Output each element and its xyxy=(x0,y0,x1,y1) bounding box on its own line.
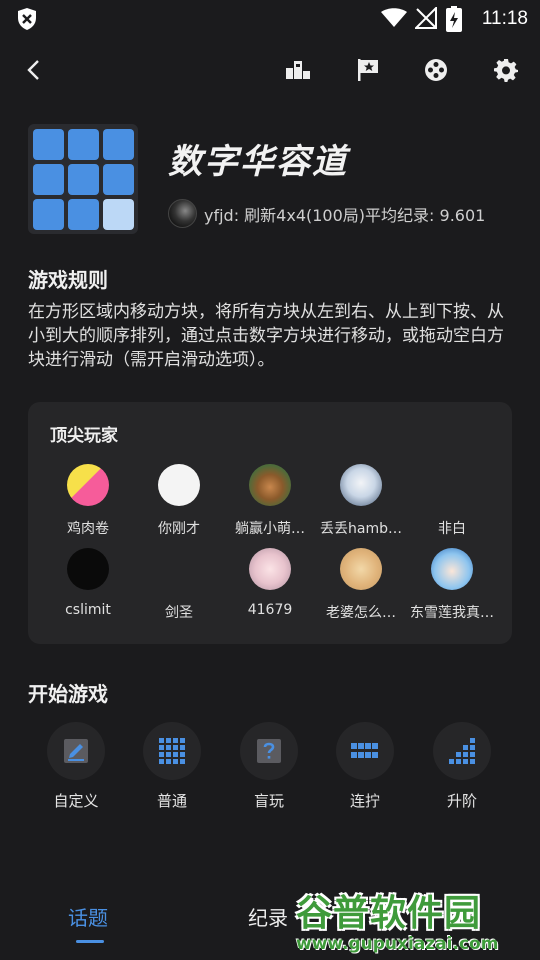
status-bar: 11:18 xyxy=(0,0,540,38)
mode-label: 自定义 xyxy=(53,792,99,810)
arrow-left-icon xyxy=(27,60,39,80)
watermark: 谷普软件园 www.gupuxiazai.com xyxy=(296,884,532,958)
stairs-icon xyxy=(449,738,475,764)
game-icon xyxy=(28,124,138,234)
avatar xyxy=(249,464,291,506)
mode-label: 连拧 xyxy=(349,792,380,810)
grid-icon xyxy=(159,738,185,764)
avatar xyxy=(340,464,382,506)
avatar xyxy=(431,464,473,506)
flag-icon xyxy=(358,59,378,81)
back-button[interactable] xyxy=(14,50,54,90)
player-item[interactable]: 老婆怎么… xyxy=(315,548,407,622)
tab-topics[interactable]: 话题 xyxy=(68,902,108,931)
avatar xyxy=(431,548,473,590)
player-name: 你刚才 xyxy=(158,521,200,537)
mode-normal-button[interactable]: 普通 xyxy=(132,722,212,811)
mode-icon-wrap xyxy=(433,722,491,780)
player-item[interactable]: 剑圣 xyxy=(133,548,225,622)
tab-records[interactable]: 纪录 xyxy=(248,902,288,931)
player-name: 剑圣 xyxy=(165,605,193,621)
avatar xyxy=(340,548,382,590)
player-item[interactable]: 你刚才 xyxy=(133,464,225,538)
clock: 11:18 xyxy=(481,8,528,29)
leaderboard-icon xyxy=(286,61,310,79)
player-name: 丢丢hamb… xyxy=(320,521,402,537)
player-item[interactable]: 41679 xyxy=(224,548,316,618)
mode-icon-wrap xyxy=(143,722,201,780)
mode-consecutive-button[interactable]: 连拧 xyxy=(325,722,405,811)
player-name: 鸡肉卷 xyxy=(67,521,109,537)
settings-button[interactable] xyxy=(486,50,526,90)
flag-button[interactable] xyxy=(348,50,388,90)
tab-indicator xyxy=(76,940,104,943)
top-players-heading: 顶尖玩家 xyxy=(50,426,118,446)
player-item[interactable]: 非白 xyxy=(406,464,498,538)
watermark-url: www.gupuxiazai.com xyxy=(296,934,499,954)
avatar xyxy=(158,548,200,590)
player-name: 非白 xyxy=(438,521,466,537)
mode-icon-wrap xyxy=(240,722,298,780)
best-record[interactable]: yfjd: 刷新4x4(100局)平均纪录: 9.601 xyxy=(204,202,485,226)
rules-heading: 游戏规则 xyxy=(28,268,108,292)
leaderboard-button[interactable] xyxy=(278,50,318,90)
mode-icon-wrap xyxy=(47,722,105,780)
mode-label: 盲玩 xyxy=(253,792,284,810)
watermark-logo-text: 谷普软件园 xyxy=(296,893,482,934)
question-grid-icon xyxy=(257,739,281,763)
player-item[interactable]: 躺赢小萌… xyxy=(224,464,316,538)
gear-icon xyxy=(494,59,518,82)
game-button[interactable] xyxy=(416,50,456,90)
mode-custom-button[interactable]: 自定义 xyxy=(36,722,116,811)
no-signal-icon xyxy=(415,7,437,29)
avatar xyxy=(158,464,200,506)
shield-blocked-icon xyxy=(18,8,36,30)
avatar xyxy=(249,548,291,590)
mode-label: 普通 xyxy=(156,792,187,810)
player-name: 老婆怎么… xyxy=(326,605,396,621)
avatar xyxy=(67,464,109,506)
wifi-icon xyxy=(381,8,407,27)
mode-levelup-button[interactable]: 升阶 xyxy=(422,722,502,811)
player-item[interactable]: cslimit xyxy=(42,548,134,618)
stack-icon xyxy=(351,743,378,758)
player-name: 41679 xyxy=(247,602,293,618)
avatar xyxy=(67,548,109,590)
mode-blind-button[interactable]: 盲玩 xyxy=(229,722,309,811)
game-controller-icon xyxy=(425,59,447,81)
pencil-icon xyxy=(64,739,88,763)
avatar[interactable] xyxy=(168,199,197,228)
mode-icon-wrap xyxy=(336,722,394,780)
game-title: 数字华容道 xyxy=(168,142,348,182)
player-name: 东雪莲我真… xyxy=(410,605,494,621)
player-item[interactable]: 丢丢hamb… xyxy=(315,464,407,538)
rules-text: 在方形区域内移动方块，将所有方块从左到右、从上到下按、从小到大的顺序排列，通过点… xyxy=(28,302,504,370)
start-game-heading: 开始游戏 xyxy=(28,682,108,706)
player-item[interactable]: 鸡肉卷 xyxy=(42,464,134,538)
mode-label: 升阶 xyxy=(446,792,477,810)
player-item[interactable]: 东雪莲我真… xyxy=(406,548,498,622)
player-name: cslimit xyxy=(65,602,111,618)
player-name: 躺赢小萌… xyxy=(235,521,305,537)
battery-charging-icon xyxy=(446,6,462,32)
